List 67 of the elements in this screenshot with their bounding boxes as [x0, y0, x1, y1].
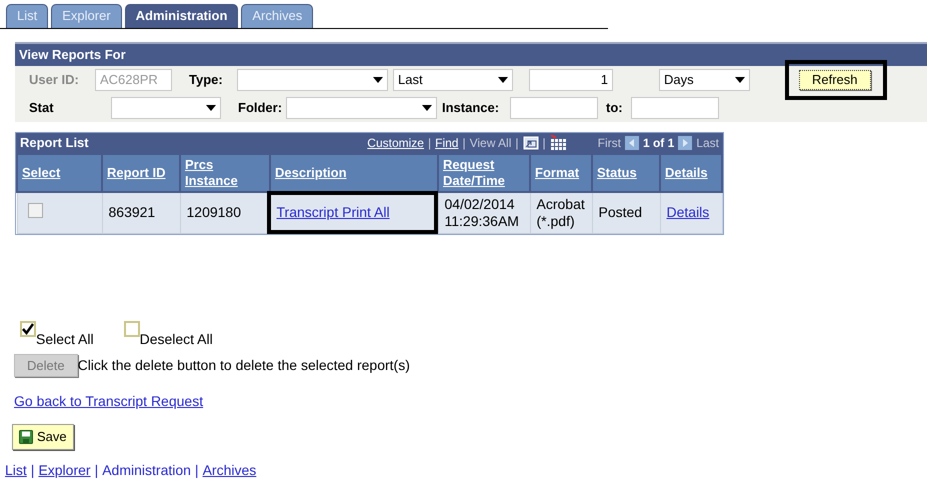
deselect-all-checkbox[interactable] — [124, 321, 140, 337]
hint-text: Click the delete button to delete the selected report(s) — [78, 356, 410, 375]
table-cell: 863921 — [102, 192, 180, 234]
footer-link[interactable]: Archives — [202, 460, 256, 481]
time-text: 11:29:36AM — [444, 212, 520, 230]
current-page-text: Administration — [102, 461, 191, 480]
field-label: Type: — [189, 70, 224, 89]
grid-link[interactable]: Find — [435, 134, 458, 152]
new-window-icon[interactable] — [522, 136, 539, 150]
back-link[interactable]: Go back to Transcript Request — [14, 391, 204, 412]
dropdown-caret-icon — [422, 104, 432, 110]
column-header[interactable]: Report ID — [102, 154, 180, 192]
column-header[interactable]: Status — [592, 154, 660, 192]
date-text: 04/02/2014 — [444, 196, 516, 213]
dropdown-field[interactable] — [286, 96, 437, 118]
column-header[interactable]: Prcs Instance — [180, 154, 270, 192]
next-page-icon — [678, 136, 692, 150]
tab[interactable]: Administration — [124, 4, 238, 28]
table-cell: 1209180 — [180, 192, 270, 234]
column-header[interactable]: Format — [530, 154, 592, 192]
input-field[interactable]: 1 — [529, 68, 613, 90]
field-label: Instance: — [442, 98, 500, 117]
dropdown-caret-icon — [206, 104, 216, 110]
row-checkbox[interactable] — [28, 203, 42, 218]
separator: | — [194, 461, 199, 480]
last-label: Last — [696, 134, 719, 152]
dropdown-caret-icon — [735, 76, 745, 82]
dropdown-caret-icon — [498, 76, 508, 82]
footer-link[interactable]: Explorer — [38, 460, 91, 481]
format-text: Acrobat — [536, 196, 586, 213]
checkbox-label: Select All — [36, 330, 94, 349]
refresh-button[interactable]: Refresh — [799, 70, 871, 90]
dropdown-field[interactable] — [237, 68, 388, 90]
view-all-link: View All — [470, 134, 512, 152]
field-label: Stat — [29, 98, 55, 117]
format-text: (*.pdf) — [536, 212, 576, 230]
column-header[interactable]: Select — [17, 154, 102, 192]
separator: | — [428, 134, 432, 152]
field-label: Folder: — [238, 98, 284, 117]
select-all-checkbox[interactable] — [20, 321, 36, 337]
grid-link[interactable]: Customize — [367, 134, 424, 152]
dropdown-field[interactable]: Last — [393, 68, 513, 90]
checkbox-label: Deselect All — [140, 330, 213, 349]
separator: | — [462, 134, 466, 152]
previous-page-icon — [624, 136, 639, 150]
table-cell: Posted — [592, 192, 660, 234]
page-count: 1 of 1 — [642, 134, 674, 152]
section-header: View Reports For — [15, 42, 927, 66]
column-header[interactable]: Request Date/Time — [438, 154, 530, 192]
dropdown-caret-icon — [373, 76, 383, 82]
column-header[interactable]: Description — [270, 154, 438, 192]
grid-title: Report List — [20, 134, 89, 152]
field-label: User ID: — [29, 70, 80, 89]
input-field[interactable] — [631, 96, 719, 118]
grid-download-icon[interactable] — [550, 135, 566, 150]
separator: | — [94, 461, 98, 480]
field-label: to: — [606, 98, 624, 117]
dropdown-field[interactable]: Days — [659, 68, 750, 90]
separator: | — [30, 461, 34, 480]
dropdown-field[interactable] — [111, 96, 221, 118]
column-header[interactable]: Details — [660, 154, 722, 192]
footer-link[interactable]: List — [5, 460, 27, 481]
first-label: First — [598, 134, 621, 152]
separator: | — [515, 134, 519, 152]
input-field[interactable] — [510, 96, 598, 118]
separator: | — [542, 134, 546, 152]
save-button[interactable]: Save — [12, 424, 74, 450]
